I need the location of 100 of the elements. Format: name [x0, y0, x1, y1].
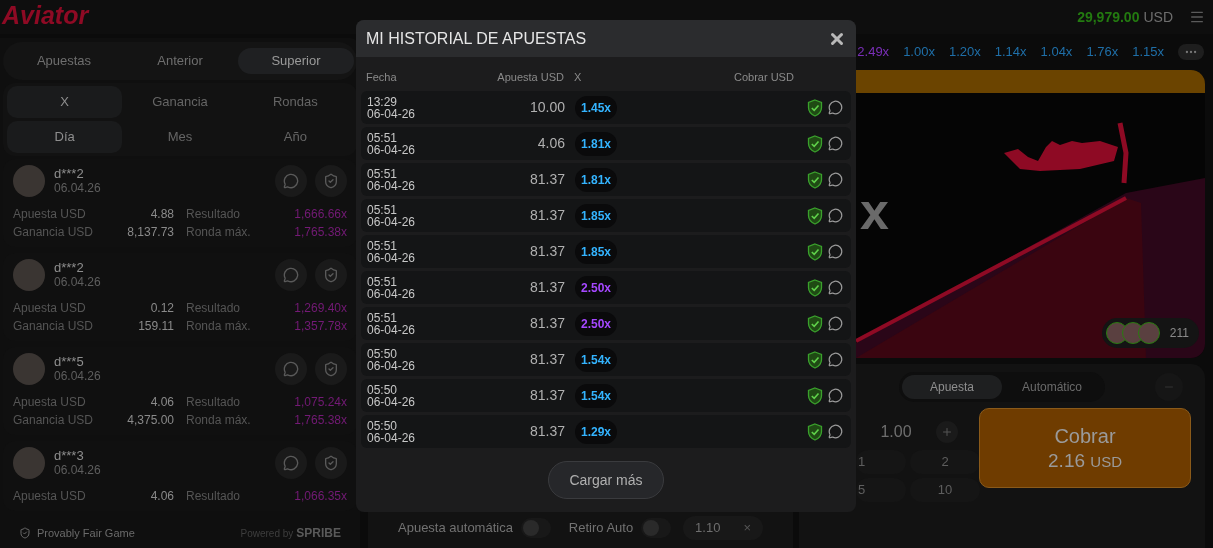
bet-amount: 81.37: [528, 386, 565, 405]
period-tab[interactable]: Mes: [122, 121, 238, 153]
bet-date: 06-04-26: [367, 143, 417, 156]
aviator-logo: Aviator: [2, 2, 89, 28]
chat-button[interactable]: [275, 259, 307, 291]
multiplier-display: x: [860, 185, 889, 237]
bets-tab[interactable]: Superior: [238, 48, 354, 74]
auto-cashout-label: Retiro Auto: [568, 519, 634, 538]
chat-icon[interactable]: [828, 100, 843, 115]
balance-amount: 29,979.00: [1077, 7, 1140, 27]
bet-date: 06.04.26: [54, 463, 101, 477]
bet-date: 06-04-26: [367, 323, 417, 336]
bet-amount: 10.00: [528, 98, 565, 117]
chat-icon: [283, 455, 299, 471]
bet-amount: 81.37: [528, 278, 565, 297]
more-button[interactable]: [1178, 44, 1204, 60]
clear-button[interactable]: ×: [743, 518, 751, 538]
avatar: [13, 165, 45, 197]
multiplier-history-item: 1.14x: [994, 43, 1027, 62]
dialog-title: MI HISTORIAL DE APUESTAS: [366, 28, 587, 49]
multiplier-badge: 1.85x: [575, 204, 618, 228]
cashout-button[interactable]: Cobrar 2.16 USD: [979, 408, 1191, 488]
stat-value: 1,075.24x: [293, 394, 347, 411]
increase-button[interactable]: [935, 421, 958, 443]
bets-tab[interactable]: Anterior: [122, 48, 238, 74]
provably-fair-link[interactable]: Provably Fair Game: [37, 524, 135, 542]
chat-icon[interactable]: [828, 424, 843, 439]
chat-icon[interactable]: [828, 172, 843, 187]
bet-date: 06.04.26: [54, 181, 101, 195]
load-more-button[interactable]: Cargar más: [548, 461, 664, 499]
stat-label: Apuesta USD: [13, 206, 87, 223]
chat-button[interactable]: [275, 353, 307, 385]
shield-check-icon: [323, 267, 339, 283]
stat-label: Ganancia USD: [13, 224, 95, 241]
auto-bet-toggle[interactable]: [520, 518, 551, 538]
auto-cashout-field[interactable]: 1.10 ×: [683, 516, 763, 540]
multiplier-badge: 1.81x: [575, 168, 618, 192]
bet-date: 06-04-26: [367, 359, 417, 372]
bet-mode-tab[interactable]: Apuesta: [902, 375, 1002, 399]
chat-icon[interactable]: [828, 280, 843, 295]
stat-label: Ronda máx.: [186, 318, 252, 335]
multiplier-history-item: 1.15x: [1132, 43, 1164, 62]
bet-time: 05:51: [367, 203, 399, 216]
bet-time: 05:51: [367, 239, 399, 252]
fairness-button[interactable]: [315, 165, 347, 197]
sort-tab[interactable]: X: [7, 86, 123, 118]
fairness-button[interactable]: [315, 353, 347, 385]
bet-time: 13:29: [367, 95, 399, 108]
period-tab[interactable]: Año: [237, 121, 353, 153]
bet-date: 06-04-26: [367, 287, 417, 300]
bet-amount: 81.37: [528, 170, 565, 189]
bets-tab[interactable]: Apuestas: [6, 48, 122, 74]
stat-value: 1,765.38x: [293, 412, 347, 429]
stat-label: Resultado: [186, 394, 242, 411]
stat-value: 1,765.38x: [293, 224, 347, 241]
bet-time: 05:51: [367, 167, 399, 180]
shield-check-icon: [323, 361, 339, 377]
auto-cashout-value: 1.10: [695, 519, 721, 538]
bet-amount-value[interactable]: 1.00: [880, 420, 912, 444]
bet-mode-tab[interactable]: Automático: [1002, 375, 1102, 399]
multiplier-history-item: 1.76x: [1086, 43, 1119, 62]
user-name: d***3: [54, 449, 85, 463]
chat-icon: [283, 361, 299, 377]
auto-cashout-toggle[interactable]: [641, 518, 672, 538]
bet-date: 06.04.26: [54, 369, 101, 383]
chat-button[interactable]: [275, 165, 307, 197]
chat-icon[interactable]: [828, 244, 843, 259]
multiplier-history-item: 1.20x: [948, 43, 981, 62]
chat-icon[interactable]: [828, 388, 843, 403]
sort-tab[interactable]: Rondas: [237, 86, 353, 118]
bet-time: 05:50: [367, 419, 399, 432]
spribe-logo: SPRIBE: [296, 525, 341, 542]
bet-time: 05:51: [367, 311, 399, 324]
shield-check-icon: [807, 314, 823, 333]
chat-icon[interactable]: [828, 208, 843, 223]
sort-tab[interactable]: Ganancia: [122, 86, 238, 118]
shield-check-icon: [807, 170, 823, 189]
column-header: Cobrar USD: [734, 70, 795, 85]
menu-icon[interactable]: [1189, 9, 1205, 25]
avatar: [1137, 322, 1160, 344]
avatar: [13, 353, 45, 385]
stat-value: 4,375.00: [126, 412, 174, 429]
avatar: [13, 447, 45, 479]
fairness-button[interactable]: [315, 259, 347, 291]
chat-icon[interactable]: [828, 352, 843, 367]
players-count: 211: [1169, 325, 1189, 342]
fairness-button[interactable]: [315, 447, 347, 479]
bet-time: 05:50: [367, 347, 399, 360]
stat-value: 4.88: [149, 206, 174, 223]
chat-button[interactable]: [275, 447, 307, 479]
multiplier-badge: 2.50x: [575, 276, 618, 300]
column-header: Fecha: [366, 70, 398, 85]
column-header: X: [574, 70, 583, 85]
period-tab[interactable]: Día: [7, 121, 123, 153]
bet-date: 06-04-26: [367, 431, 417, 444]
chat-icon[interactable]: [828, 316, 843, 331]
stat-label: Apuesta USD: [13, 300, 87, 317]
chat-icon[interactable]: [828, 136, 843, 151]
shield-check-icon: [807, 98, 823, 117]
balance-currency: USD: [1143, 7, 1173, 27]
